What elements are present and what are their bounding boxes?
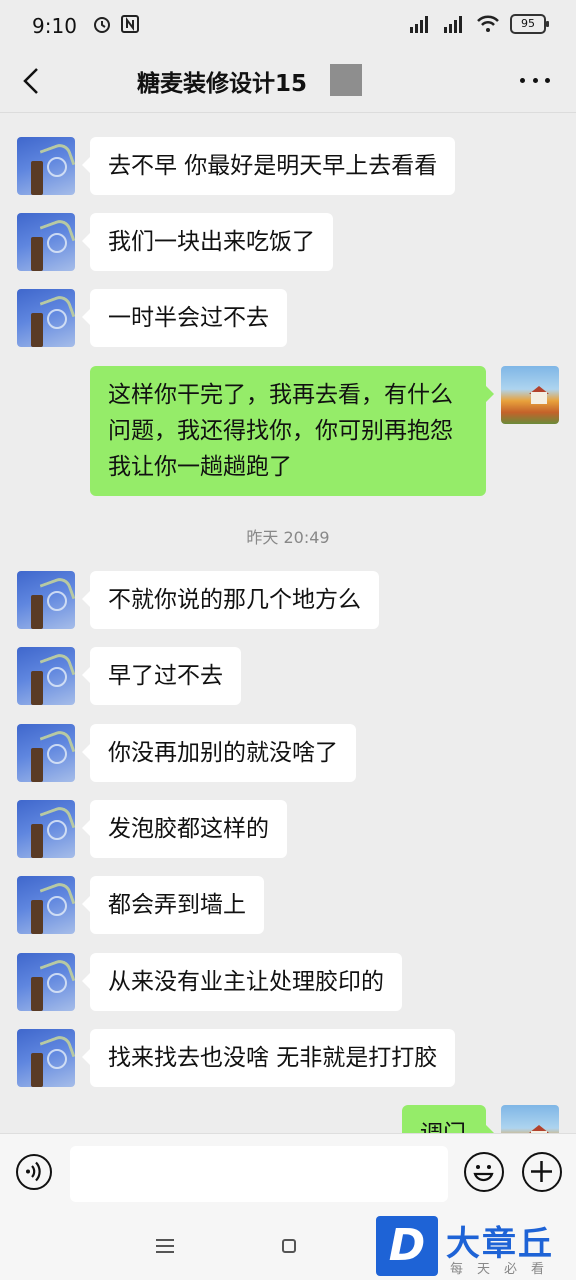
back-button[interactable]: [16, 62, 46, 100]
chat-area[interactable]: 去不早 你最好是明天早上去看看 我们一块出来吃饭了 一时半会过不去 这样你干完了…: [0, 113, 576, 1133]
title-bar: 糖麦装修设计15: [0, 52, 576, 110]
message-bubble[interactable]: 早了过不去: [82, 647, 241, 705]
home-nav-button[interactable]: [282, 1239, 296, 1253]
avatar[interactable]: [17, 289, 75, 347]
message-bubble[interactable]: 从来没有业主让处理胶印的: [82, 953, 402, 1011]
avatar[interactable]: [17, 800, 75, 858]
status-bar: 9:10 95: [0, 0, 576, 52]
status-left-icons: [92, 14, 140, 34]
more-dot-icon: [532, 77, 538, 83]
chat-timestamp: 昨天 20:49: [246, 528, 330, 547]
title-redaction: [330, 64, 362, 96]
plus-icon: [531, 1161, 552, 1182]
watermark-subtitle: 每天必看: [450, 1262, 559, 1277]
avatar[interactable]: [17, 953, 75, 1011]
status-right: 95: [408, 14, 549, 34]
more-dot-icon: [545, 77, 550, 83]
watermark-logo: D: [376, 1216, 438, 1276]
message-bubble[interactable]: 找来找去也没啥 无非就是打打胶: [81, 1029, 456, 1087]
avatar[interactable]: [17, 724, 75, 782]
more-button[interactable]: [520, 70, 550, 90]
message-bubble[interactable]: 不就你说的那几个地方么: [82, 571, 379, 629]
message-bubble[interactable]: 你没再加别的就没啥了: [82, 724, 356, 782]
avatar[interactable]: [17, 213, 75, 271]
avatar[interactable]: [17, 137, 75, 195]
alarm-icon: [94, 17, 110, 33]
menu-nav-button[interactable]: [156, 1239, 174, 1253]
avatar[interactable]: [17, 647, 75, 705]
voice-icon: [26, 1161, 41, 1182]
avatar[interactable]: [17, 1029, 75, 1087]
signal-icon-2: [444, 16, 462, 33]
input-bar: [0, 1133, 576, 1214]
chevron-left-icon: [23, 68, 38, 94]
message-bubble[interactable]: 我们一块出来吃饭了: [82, 213, 333, 271]
emoji-button[interactable]: [464, 1152, 504, 1192]
wifi-icon: [477, 15, 499, 32]
status-time: 9:10: [32, 14, 77, 38]
message-bubble[interactable]: 都会弄到墙上: [82, 876, 264, 934]
avatar[interactable]: [17, 876, 75, 934]
message-bubble[interactable]: 发泡胶都这样的: [82, 800, 287, 858]
message-bubble-self[interactable]: 调门: [402, 1105, 494, 1133]
avatar-self[interactable]: [501, 366, 559, 424]
message-input[interactable]: [70, 1146, 448, 1202]
plus-button[interactable]: [522, 1152, 562, 1192]
avatar[interactable]: [17, 571, 75, 629]
signal-icon: [410, 16, 428, 33]
voice-button[interactable]: [16, 1154, 52, 1190]
emoji-icon: [473, 1165, 494, 1182]
chat-title: 糖麦装修设计15: [137, 71, 308, 97]
watermark: D 大章丘 每天必看: [376, 1214, 576, 1280]
nfc-icon: [121, 15, 139, 33]
more-dot-icon: [520, 77, 525, 83]
battery-indicator: 95: [510, 14, 549, 34]
message-bubble-self[interactable]: 这样你干完了，我再去看，有什么问题，我还得找你，你可别再抱怨我让你一趟趟跑了: [90, 366, 494, 496]
avatar-self[interactable]: [501, 1105, 559, 1133]
message-bubble[interactable]: 去不早 你最好是明天早上去看看: [81, 137, 456, 195]
message-bubble[interactable]: 一时半会过不去: [82, 289, 287, 347]
